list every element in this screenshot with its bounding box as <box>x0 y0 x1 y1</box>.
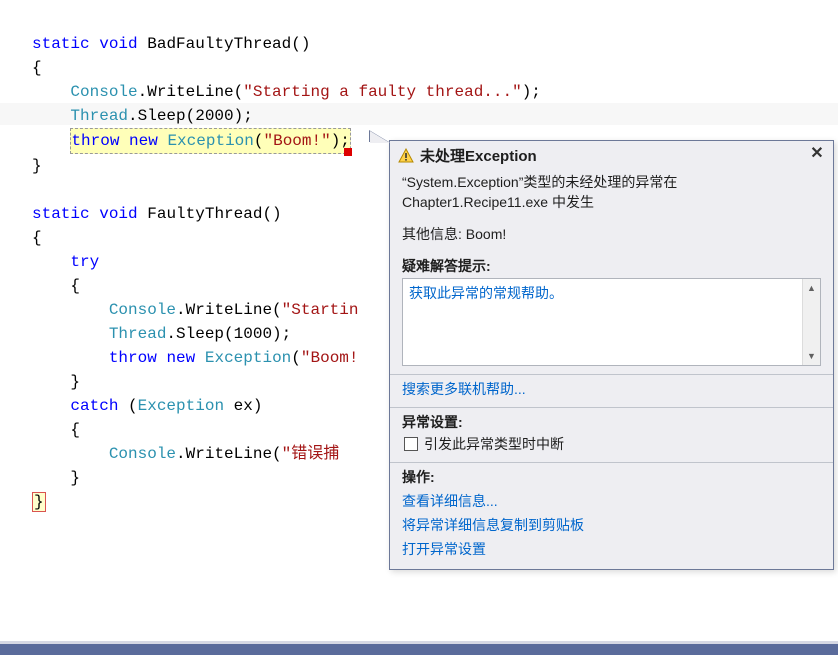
popup-title: 未处理Exception <box>420 145 807 166</box>
popup-header: 未处理Exception ✕ <box>390 141 833 168</box>
code-line: { <box>32 59 42 77</box>
code-line: Thread.Sleep(2000); <box>32 107 253 125</box>
exception-popup: 未处理Exception ✕ “System.Exception”类型的未经处理… <box>389 140 834 570</box>
code-line: catch (Exception ex) <box>32 397 262 415</box>
code-line: { <box>32 229 42 247</box>
break-on-exception-checkbox[interactable] <box>404 437 418 451</box>
warning-icon <box>398 148 414 164</box>
status-bar <box>0 641 838 655</box>
code-line: Console.WriteLine("Startin <box>32 301 358 319</box>
tips-section: 疑难解答提示: 获取此异常的常规帮助。 ▲ ▼ <box>390 252 833 374</box>
search-online-help-link[interactable]: 搜索更多联机帮助... <box>402 381 526 397</box>
exception-settings-section: 异常设置: 引发此异常类型时中断 <box>390 408 833 462</box>
popup-arrow-icon <box>370 131 390 143</box>
scroll-up-button[interactable]: ▲ <box>803 279 820 297</box>
code-line: } <box>32 373 80 391</box>
break-on-exception-label: 引发此异常类型时中断 <box>424 434 564 454</box>
close-button[interactable]: ✕ <box>807 146 827 166</box>
actions-section: 操作: 查看详细信息... 将异常详细信息复制到剪贴板 打开异常设置 <box>390 463 833 569</box>
code-line: { <box>32 277 80 295</box>
code-line-exception: throw new Exception("Boom!"); <box>32 132 351 150</box>
code-line: } <box>32 157 42 175</box>
actions-label: 操作: <box>402 467 821 487</box>
code-line: Console.WriteLine("Starting a faulty thr… <box>32 83 541 101</box>
settings-label: 异常设置: <box>402 412 821 432</box>
scroll-down-button[interactable]: ▼ <box>803 347 820 365</box>
error-marker-icon <box>344 148 352 156</box>
code-line: Console.WriteLine("错误捕 <box>32 445 339 463</box>
code-line: static void FaultyThread() <box>32 205 282 223</box>
exception-message: “System.Exception”类型的未经处理的异常在 Chapter1.R… <box>402 172 821 212</box>
code-line: throw new Exception("Boom! <box>32 349 359 367</box>
tips-help-link[interactable]: 获取此异常的常规帮助。 <box>409 285 563 301</box>
popup-message: “System.Exception”类型的未经处理的异常在 Chapter1.R… <box>390 168 833 252</box>
code-line: Thread.Sleep(1000); <box>32 325 291 343</box>
copy-details-link[interactable]: 将异常详细信息复制到剪贴板 <box>402 513 821 537</box>
code-line: } <box>32 469 80 487</box>
code-line: static void BadFaultyThread() <box>32 35 310 53</box>
open-exception-settings-link[interactable]: 打开异常设置 <box>402 537 821 561</box>
tips-listbox[interactable]: 获取此异常的常规帮助。 ▲ ▼ <box>402 278 821 366</box>
tips-scrollbar[interactable]: ▲ ▼ <box>802 279 820 365</box>
view-details-link[interactable]: 查看详细信息... <box>402 489 821 513</box>
code-line: { <box>32 421 80 439</box>
tips-label: 疑难解答提示: <box>402 256 821 276</box>
code-line: try <box>32 253 99 271</box>
exception-other-info: 其他信息: Boom! <box>402 224 821 244</box>
code-line-close-brace: } <box>32 492 46 512</box>
